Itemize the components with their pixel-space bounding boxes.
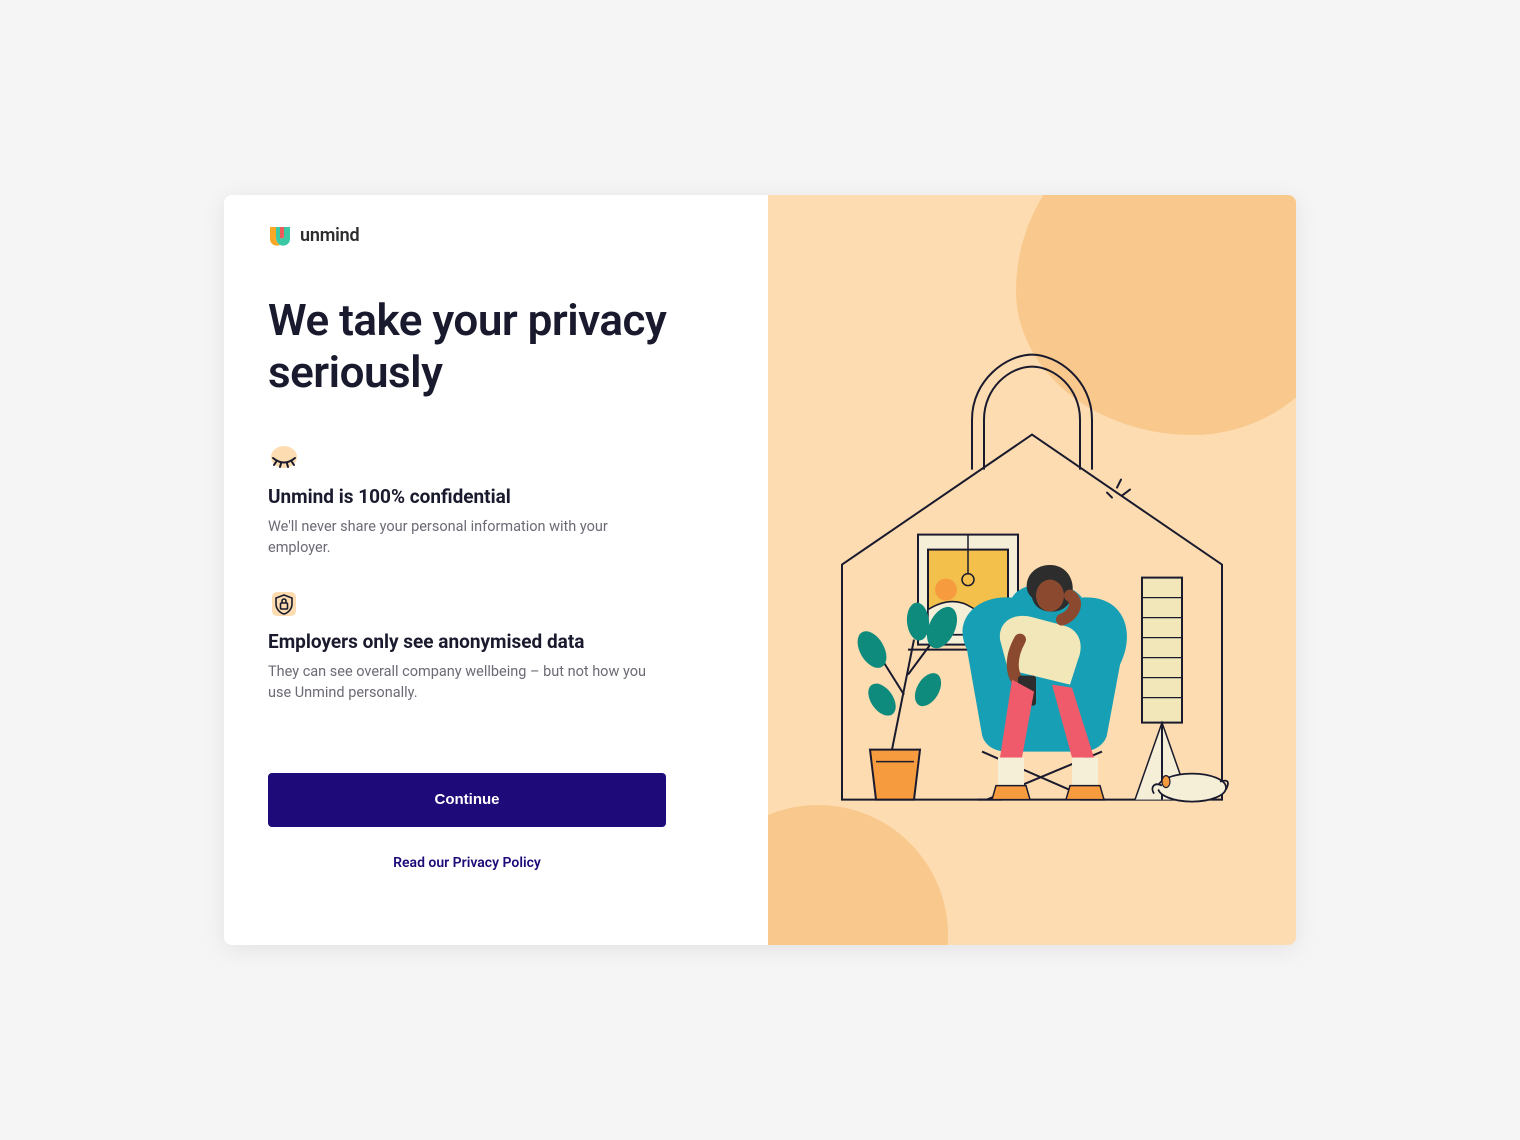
- privacy-home-illustration: [822, 340, 1242, 820]
- continue-button[interactable]: Continue: [268, 773, 666, 827]
- feature-title: Unmind is 100% confidential: [268, 485, 728, 508]
- feature-title: Employers only see anonymised data: [268, 630, 728, 653]
- shield-lock-icon: [268, 588, 300, 620]
- page-title: We take your privacy seriously: [268, 295, 728, 399]
- privacy-policy-link[interactable]: Read our Privacy Policy: [268, 855, 666, 871]
- action-group: Continue Read our Privacy Policy: [268, 773, 728, 871]
- feature-anonymised: Employers only see anonymised data They …: [268, 588, 728, 703]
- illustration-pane: [768, 195, 1296, 945]
- feature-desc: They can see overall company wellbeing –…: [268, 661, 668, 703]
- feature-desc: We'll never share your personal informat…: [268, 516, 668, 558]
- app-frame: unmind We take your privacy seriously Un…: [120, 90, 1400, 1050]
- brand-logo: unmind: [268, 223, 728, 247]
- feature-confidential: Unmind is 100% confidential We'll never …: [268, 443, 728, 558]
- brand-name: unmind: [300, 225, 359, 246]
- unmind-logo-icon: [268, 223, 292, 247]
- decorative-blob: [768, 805, 948, 945]
- content-pane: unmind We take your privacy seriously Un…: [224, 195, 768, 945]
- closed-eye-icon: [268, 443, 300, 475]
- privacy-card: unmind We take your privacy seriously Un…: [224, 195, 1296, 945]
